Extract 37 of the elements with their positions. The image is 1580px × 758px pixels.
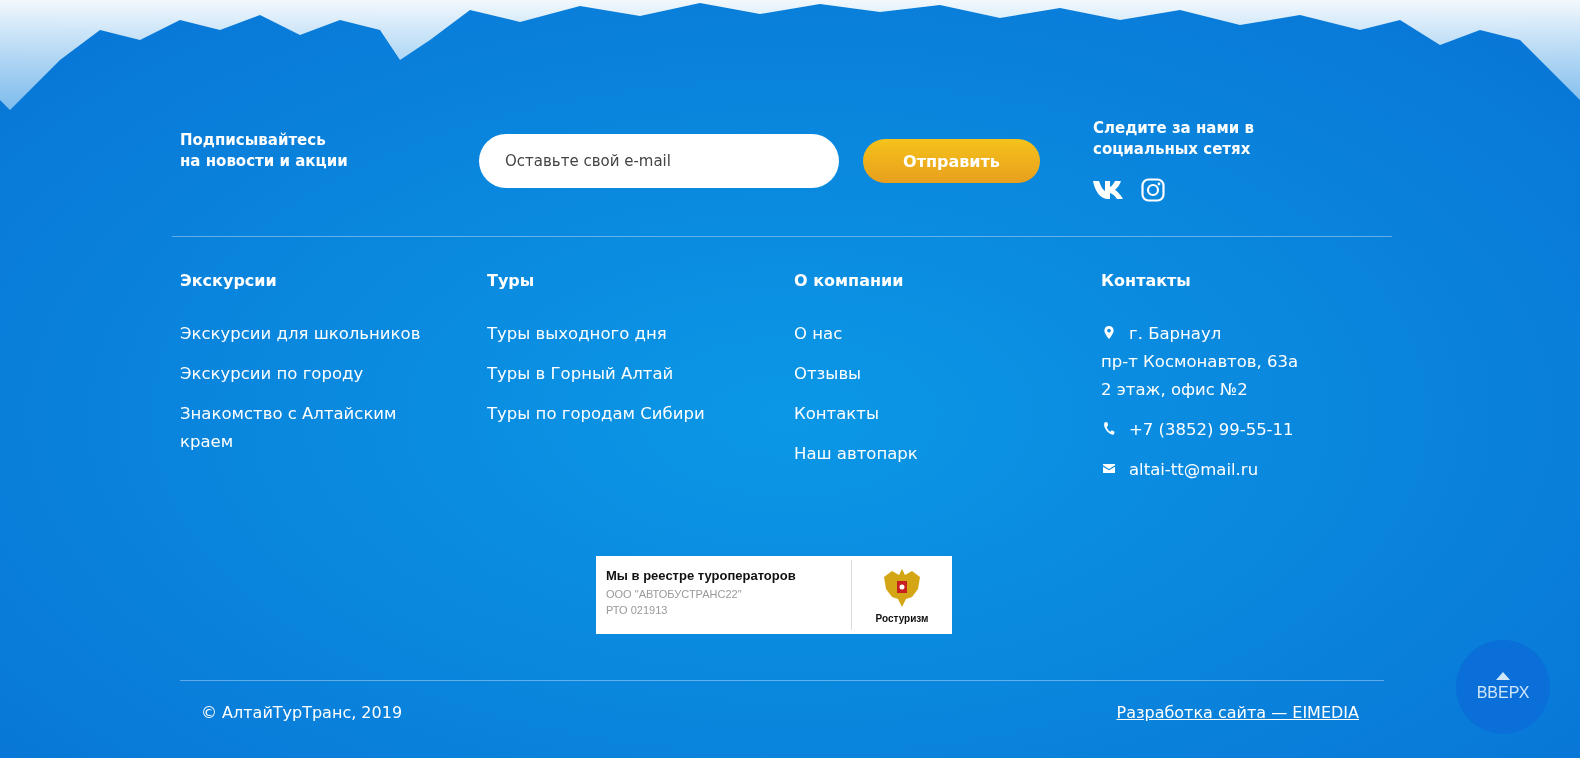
email-field[interactable]: Оставьте свой e-mail xyxy=(479,134,839,188)
agency-name: Ростуризм xyxy=(875,612,929,624)
address-text: 2 этаж, офис №2 xyxy=(1101,379,1249,401)
back-to-top-button[interactable]: ВВЕРХ xyxy=(1456,640,1550,734)
vk-icon[interactable] xyxy=(1093,180,1125,200)
email-link[interactable]: altai-tt@mail.ru xyxy=(1129,456,1259,484)
footer-link[interactable]: Туры выходного дня xyxy=(487,320,747,348)
registry-number: РТО 021913 xyxy=(606,604,669,616)
instagram-icon[interactable] xyxy=(1141,178,1165,202)
column-heading: О компании xyxy=(794,271,905,290)
footer-link[interactable]: Туры по городам Сибири xyxy=(487,400,747,428)
column-heading: Туры xyxy=(487,271,536,290)
footer-link[interactable]: Экскурсии по городу xyxy=(180,360,440,388)
footer-link[interactable]: Наш автопарк xyxy=(794,440,1054,468)
subscribe-heading: Подписывайтесь на новости и акции xyxy=(179,130,349,172)
developer-link[interactable]: Разработка сайта — EIMEDIA xyxy=(1116,703,1359,722)
send-button[interactable]: Отправить xyxy=(863,139,1040,183)
phone-icon xyxy=(1103,422,1115,435)
company-name: ООО "АВТОБУСТРАНС22" xyxy=(606,588,743,600)
footer-link[interactable]: О нас xyxy=(794,320,1054,348)
social-heading: Следите за нами в социальных сетях xyxy=(1093,118,1255,160)
footer-link[interactable]: Контакты xyxy=(794,400,1054,428)
address-text: пр-т Космонавтов, 63а xyxy=(1101,351,1300,373)
map-pin-icon xyxy=(1103,326,1115,339)
up-triangle-icon xyxy=(1496,672,1510,680)
registry-title: Мы в реестре туроператоров xyxy=(606,568,797,583)
copyright-text: © АлтайТурТранс, 2019 xyxy=(201,703,403,722)
phone-link[interactable]: +7 (3852) 99-55-11 xyxy=(1129,416,1294,444)
envelope-icon xyxy=(1103,462,1115,475)
column-heading: Контакты xyxy=(1101,271,1192,290)
footer-link[interactable]: Отзывы xyxy=(794,360,1054,388)
footer-link[interactable]: Экскурсии для школьников xyxy=(180,320,440,348)
registry-badge[interactable]: Мы в реестре туроператоров ООО "АВТОБУСТРАНС22" РТО 021913 Ростуризм xyxy=(596,556,952,634)
footer-link[interactable]: Туры в Горный Алтай xyxy=(487,360,747,388)
column-heading: Экскурсии xyxy=(180,271,278,290)
footer-link[interactable]: Знакомство с Алтайским краем xyxy=(180,400,440,456)
address-text: г. Барнаул xyxy=(1129,323,1222,345)
